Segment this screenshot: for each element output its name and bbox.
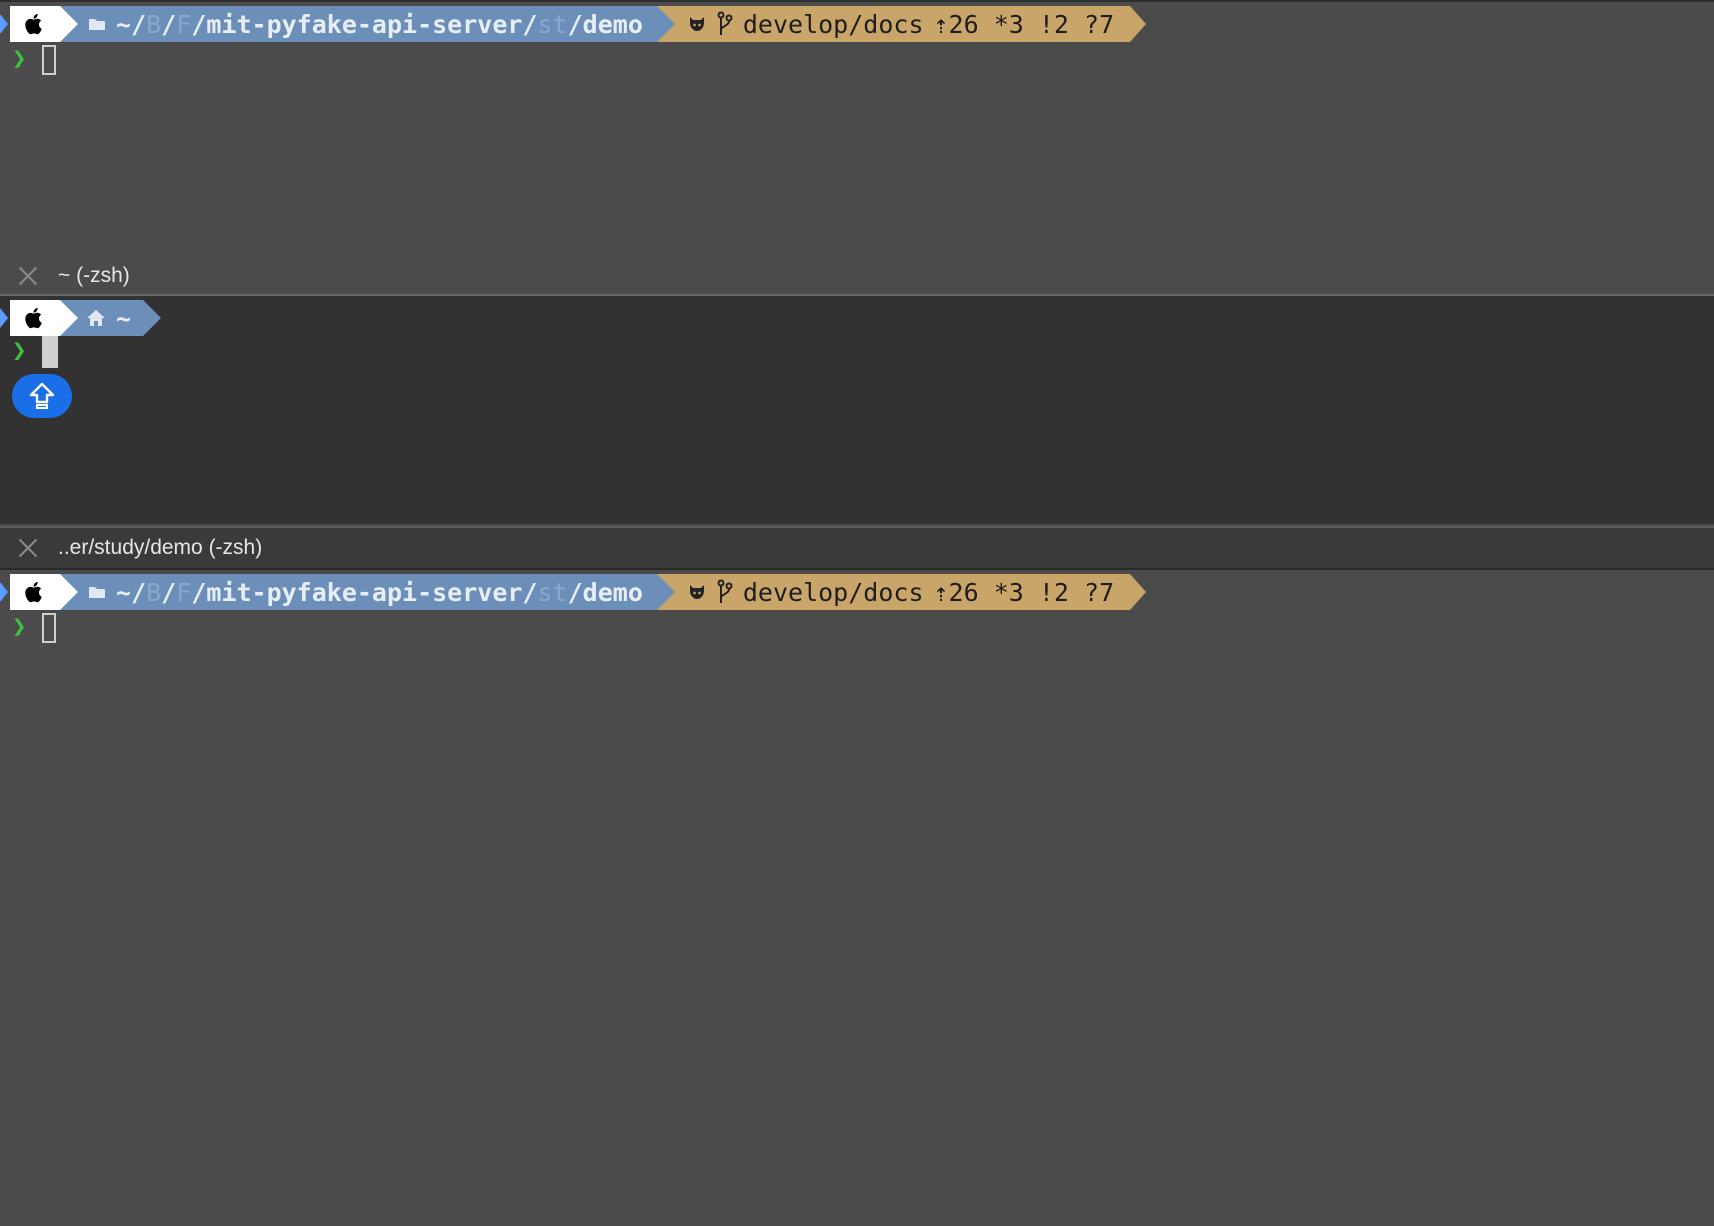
path-abbrev-b: B [146,577,162,607]
path-abbrev-f: F [176,577,192,607]
path-abbrev-st: st [537,9,568,39]
pane-top-border [0,0,1714,2]
git-status: ⇡26 *3 !2 ?7 [933,9,1115,39]
home-icon [87,310,105,326]
git-branch-name: develop/docs [742,9,924,39]
path-home: ~/ [116,9,147,39]
path-segment: ~/B / F / mit-pyfake-api-server/st/demo [60,574,675,610]
prompt-caret: ❯ [12,44,27,72]
home-path: ~ [116,303,132,333]
folder-icon [89,587,105,598]
path-segment: ~/B / F / mit-pyfake-api-server/st/demo [60,6,675,42]
caps-lock-indicator [12,374,72,418]
git-branch-icon [717,579,733,603]
path-abbrev-b: B [146,9,162,39]
prompt-lead-marker [0,582,8,602]
git-segment: develop/docs ⇡26 *3 !2 ?7 [656,574,1147,610]
prompt-line: ~/B / F / mit-pyfake-api-server/st/demo deve… [0,574,1147,610]
path-sep: / [161,9,177,39]
apple-icon [25,581,42,603]
os-segment [10,6,78,42]
apple-icon [25,307,42,329]
close-icon[interactable] [18,266,38,286]
git-status: ⇡26 *3 !2 ?7 [933,577,1115,607]
prompt-caret: ❯ [12,336,27,364]
path-sep: / [161,577,177,607]
prompt-line: ~ [0,300,162,336]
terminal-cursor [42,45,56,75]
prompt-caret: ❯ [12,612,27,640]
path-sep: / [191,577,207,607]
terminal-cursor [42,336,58,368]
pane-title: ~ (-zsh) [58,264,130,287]
apple-icon [25,13,42,35]
path-sep: / [191,9,207,39]
git-segment: develop/docs ⇡26 *3 !2 ?7 [656,6,1147,42]
terminal-pane-top[interactable]: ~/B / F / mit-pyfake-api-server/st/demo deve… [0,0,1714,260]
os-segment [10,300,78,336]
git-branch-icon [717,11,733,35]
prompt-lead-marker [0,14,8,34]
path-leaf: /demo [567,9,643,39]
github-icon [689,585,704,599]
prompt-lead-marker [0,308,8,328]
terminal-cursor [42,613,56,643]
path-abbrev-f: F [176,9,192,39]
terminal-pane-middle[interactable]: ~ ❯ [0,296,1714,524]
github-icon [689,17,704,31]
close-icon[interactable] [18,538,38,558]
os-segment [10,574,78,610]
path-project: mit-pyfake-api-server/ [206,577,538,607]
pane-title: ..er/study/demo (-zsh) [58,536,263,559]
folder-icon [89,19,105,30]
path-abbrev-st: st [537,577,568,607]
git-branch-name: develop/docs [742,577,924,607]
prompt-line: ~/B / F / mit-pyfake-api-server/st/demo deve… [0,6,1147,42]
path-home: ~/ [116,577,147,607]
caps-lock-icon [29,382,55,409]
path-project: mit-pyfake-api-server/ [206,9,538,39]
pane-tab-header: ..er/study/demo (-zsh) [0,526,1714,570]
terminal-pane-bottom[interactable]: ~/B / F / mit-pyfake-api-server/st/demo deve… [0,570,1714,1226]
pane-tab-header: ~ (-zsh) [0,258,1714,296]
path-leaf: /demo [567,577,643,607]
